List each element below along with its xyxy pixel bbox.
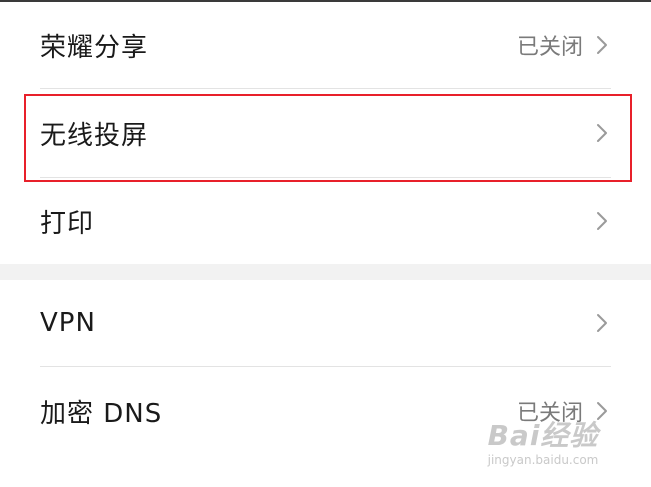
highlight-box — [24, 94, 632, 182]
settings-item-label: 荣耀分享 — [40, 32, 149, 63]
settings-item-status: 已关闭 — [516, 401, 583, 426]
chevron-right-icon — [597, 212, 607, 230]
settings-item-label: 加密 DNS — [40, 398, 163, 429]
settings-item-label: VPN — [40, 308, 96, 338]
settings-item-encrypted-dns[interactable]: 加密 DNS 已关闭 — [0, 367, 651, 455]
chevron-right-icon — [597, 314, 607, 332]
chevron-right-icon — [597, 402, 607, 420]
settings-item-print[interactable]: 打印 — [0, 178, 651, 264]
settings-item-honor-share[interactable]: 荣耀分享 已关闭 — [0, 2, 651, 88]
watermark-url: jingyan.baidu.com — [487, 453, 599, 467]
settings-item-vpn[interactable]: VPN — [0, 280, 651, 366]
settings-item-label: 打印 — [40, 208, 95, 239]
settings-item-status: 已关闭 — [516, 35, 583, 60]
chevron-right-icon — [597, 36, 607, 54]
section-separator — [0, 264, 651, 280]
